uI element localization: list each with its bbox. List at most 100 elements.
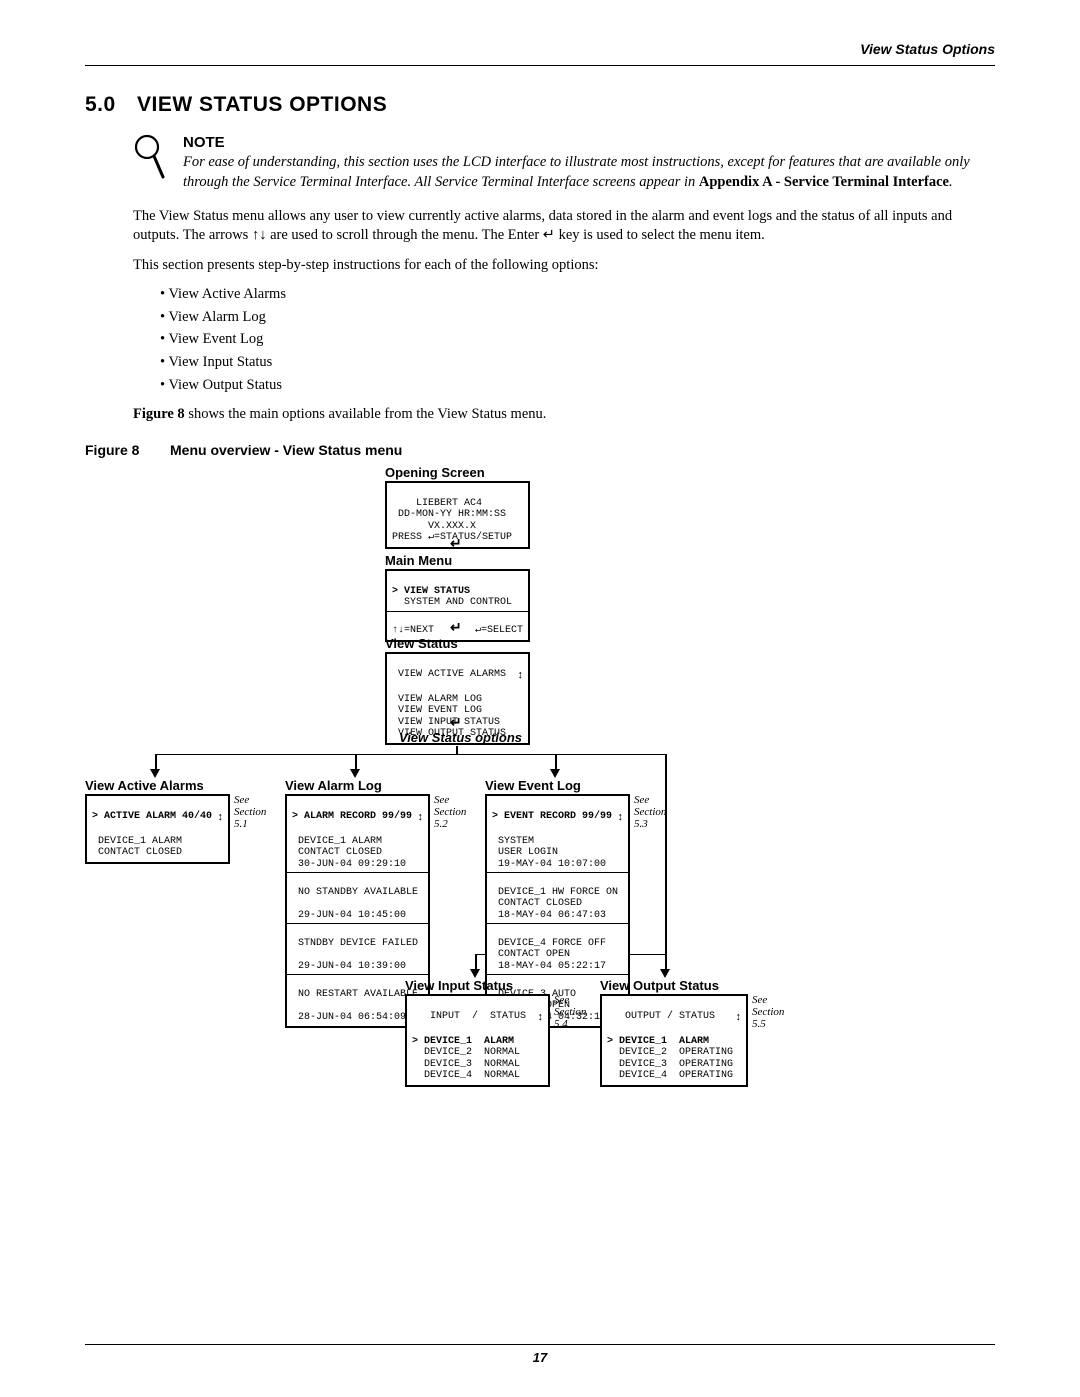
view-event-log-title: View Event Log: [485, 777, 674, 795]
see-section-5-5: See Section 5.5: [752, 994, 792, 1087]
view-active-alarms-title: View Active Alarms: [85, 777, 274, 795]
paragraph-2: This section presents step-by-step instr…: [133, 256, 995, 276]
magnifier-icon: [133, 133, 165, 192]
view-output-status-lcd: OUTPUT / STATUS > DEVICE_1 ALARM DEVICE_…: [600, 994, 748, 1087]
note-body: For ease of understanding, this section …: [183, 153, 995, 192]
lcd-line: VIEW EVENT LOG: [392, 705, 482, 716]
view-input-status-title: View Input Status: [405, 977, 594, 995]
view-alarm-log-title: View Alarm Log: [285, 777, 474, 795]
lcd-line: 30-JUN-04 09:29:10: [292, 859, 406, 870]
lcd-header: INPUT / STATUS: [412, 1011, 526, 1025]
lcd-line: DEVICE_2: [607, 1047, 667, 1058]
main-menu-title: Main Menu: [385, 552, 530, 570]
lcd-line: ALARM: [484, 1036, 514, 1047]
view-input-status-lcd: INPUT / STATUS > DEVICE_1 ALARM DEVICE_2…: [405, 994, 550, 1087]
connector-line: [456, 746, 458, 754]
lcd-line: > DEVICE_1: [607, 1036, 667, 1047]
view-status-title: View Status: [385, 635, 530, 653]
note-body-bold: Appendix A - Service Terminal Interface: [699, 174, 949, 190]
view-status-options-label: View Status options: [399, 729, 522, 747]
updown-icon: [618, 811, 624, 825]
lcd-line: USER LOGIN: [492, 847, 558, 858]
figure-ref: Figure 8: [133, 406, 185, 422]
figure-caption-text: Menu overview - View Status menu: [170, 442, 402, 458]
updown-icon: [736, 1011, 742, 1025]
lcd-line: OPERATING: [679, 1070, 733, 1081]
view-output-status-title: View Output Status: [600, 977, 792, 995]
lcd-line: DEVICE_1 ALARM: [92, 836, 182, 847]
see-section-5-1: See Section 5.1: [234, 794, 274, 864]
updown-icon: [518, 669, 524, 683]
lcd-line: CONTACT CLOSED: [292, 847, 382, 858]
lcd-line: OPERATING: [679, 1059, 733, 1070]
lcd-line: DEVICE_4: [607, 1070, 667, 1081]
connector-line: [155, 754, 157, 770]
list-item: View Event Log: [160, 330, 995, 350]
lcd-line: DEVICE_1 HW FORCE ON: [492, 887, 618, 898]
lcd-line: DEVICE_2: [412, 1047, 472, 1058]
paragraph-1: The View Status menu allows any user to …: [133, 207, 995, 246]
lcd-line: VIEW ALARM LOG: [392, 694, 482, 705]
see-section-5-4: See Section 5.4: [554, 994, 594, 1087]
lcd-line: > VIEW STATUS: [392, 586, 470, 597]
connector-line: [555, 754, 557, 770]
section-title: 5.0VIEW STATUS OPTIONS: [85, 91, 995, 119]
lcd-line: 28-JUN-04 06:54:09: [292, 1012, 406, 1023]
lcd-line: NO STANDBY AVAILABLE: [292, 887, 418, 898]
list-item: View Alarm Log: [160, 308, 995, 328]
lcd-line: VX.XXX.X: [392, 521, 476, 532]
list-item: View Output Status: [160, 376, 995, 396]
opening-screen-title: Opening Screen: [385, 464, 530, 482]
lcd-line: DEVICE_4 FORCE OFF: [492, 938, 606, 949]
lcd-line: STNDBY DEVICE FAILED: [292, 938, 418, 949]
connector-line: [155, 754, 665, 756]
lcd-header: OUTPUT / STATUS: [607, 1011, 715, 1025]
lcd-line: NORMAL: [484, 1047, 520, 1058]
connector-line: [475, 954, 477, 970]
updown-icon: [218, 811, 224, 825]
lcd-line: DD-MON-YY HR:MM:SS: [392, 509, 506, 520]
lcd-line: DEVICE_1 ALARM: [292, 836, 382, 847]
note-body-2: .: [949, 174, 953, 190]
lcd-line: LIEBERT AC4: [392, 498, 482, 509]
lcd-header: > EVENT RECORD 99/99: [492, 811, 612, 825]
note-block: NOTE For ease of understanding, this sec…: [133, 133, 995, 192]
lcd-line: NORMAL: [484, 1059, 520, 1070]
section-number: 5.0: [85, 91, 137, 119]
list-item: View Input Status: [160, 353, 995, 373]
figure-label: Figure 8: [85, 441, 170, 460]
lcd-line: VIEW INPUT STATUS: [392, 717, 500, 728]
lcd-header: > ALARM RECORD 99/99: [292, 811, 412, 825]
connector-line: [355, 754, 357, 770]
note-heading: NOTE: [183, 133, 995, 153]
section-heading-text: VIEW STATUS OPTIONS: [137, 93, 387, 116]
enter-arrow-icon: ↵: [450, 534, 462, 553]
lcd-line: 29-JUN-04 10:39:00: [292, 961, 406, 972]
lcd-line: DEVICE_4: [412, 1070, 472, 1081]
lcd-line: CONTACT CLOSED: [92, 847, 182, 858]
lcd-line: 18-MAY-04 06:47:03: [492, 910, 606, 921]
figure-caption: Figure 8Menu overview - View Status menu: [85, 441, 995, 460]
updown-icon: [418, 811, 424, 825]
options-list: View Active Alarms View Alarm Log View E…: [160, 285, 995, 395]
list-item: View Active Alarms: [160, 285, 995, 305]
lcd-line: CONTACT CLOSED: [492, 898, 582, 909]
lcd-line: SYSTEM AND CONTROL: [392, 597, 512, 608]
lcd-line: NORMAL: [484, 1070, 520, 1081]
updown-icon: [538, 1011, 544, 1025]
view-active-alarms-lcd: > ACTIVE ALARM 40/40 DEVICE_1 ALARM CONT…: [85, 794, 230, 864]
lcd-line: 19-MAY-04 10:07:00: [492, 859, 606, 870]
lcd-line: DEVICE_3: [607, 1059, 667, 1070]
running-header: View Status Options: [85, 40, 995, 66]
lcd-line: SYSTEM: [492, 836, 534, 847]
footer-rule: [85, 1344, 995, 1345]
lcd-line: DEVICE_3: [412, 1059, 472, 1070]
lcd-line: NO RESTART AVAILABLE: [292, 989, 418, 1000]
lcd-line: VIEW ACTIVE ALARMS: [392, 669, 506, 683]
lcd-header: > ACTIVE ALARM 40/40: [92, 811, 212, 825]
paragraph-3: Figure 8 shows the main options availabl…: [133, 405, 995, 425]
lcd-line: CONTACT OPEN: [492, 949, 570, 960]
diagram: Opening Screen LIEBERT AC4 DD-MON-YY HR:…: [85, 464, 995, 1084]
lcd-line: 29-JUN-04 10:45:00: [292, 910, 406, 921]
lcd-line: 18-MAY-04 05:22:17: [492, 961, 606, 972]
